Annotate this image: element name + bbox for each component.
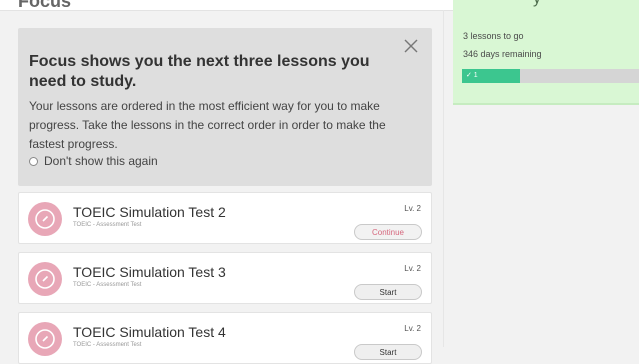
lesson-level: Lv. 2 bbox=[404, 324, 421, 333]
checkbox-icon[interactable] bbox=[29, 156, 38, 166]
focus-info-box: Focus shows you the next three lessons y… bbox=[18, 28, 432, 186]
lesson-icon-circle bbox=[28, 202, 62, 236]
lesson-card[interactable]: TOEIC Simulation Test 2 TOEIC - Assessme… bbox=[18, 192, 432, 244]
progress-bar: ✓ 1 bbox=[462, 69, 639, 83]
focus-description: Your lessons are ordered in the most eff… bbox=[29, 99, 386, 151]
lesson-card[interactable]: TOEIC Simulation Test 3 TOEIC - Assessme… bbox=[18, 252, 432, 304]
start-button[interactable]: Start bbox=[354, 344, 422, 360]
lesson-title[interactable]: TOEIC Simulation Test 4 bbox=[73, 324, 226, 340]
progress-panel: y 3 lessons to go 346 days remaining ✓ 1 bbox=[453, 0, 639, 105]
progress-title-cut: y bbox=[533, 0, 541, 8]
close-icon bbox=[404, 39, 418, 53]
compass-icon bbox=[35, 329, 55, 349]
start-button[interactable]: Start bbox=[354, 284, 422, 300]
days-remaining: 346 days remaining bbox=[463, 49, 542, 59]
lesson-level: Lv. 2 bbox=[404, 264, 421, 273]
column-divider bbox=[443, 10, 444, 347]
continue-button[interactable]: Continue bbox=[354, 224, 422, 240]
compass-icon bbox=[35, 269, 55, 289]
lesson-icon-circle bbox=[28, 322, 62, 356]
lesson-icon-circle bbox=[28, 262, 62, 296]
lesson-subtitle: TOEIC - Assessment Test bbox=[73, 342, 142, 348]
lessons-to-go: 3 lessons to go bbox=[463, 31, 524, 41]
dont-show-again-checkbox[interactable]: Don't show this again bbox=[29, 154, 158, 168]
lesson-title[interactable]: TOEIC Simulation Test 3 bbox=[73, 264, 226, 280]
section-title-cut: Focus bbox=[18, 0, 72, 11]
close-button[interactable] bbox=[403, 38, 419, 54]
lesson-title[interactable]: TOEIC Simulation Test 2 bbox=[73, 204, 226, 220]
dont-show-again-label: Don't show this again bbox=[44, 154, 158, 168]
progress-bar-fill: ✓ 1 bbox=[462, 69, 521, 83]
lesson-subtitle: TOEIC - Assessment Test bbox=[73, 282, 142, 288]
lesson-level: Lv. 2 bbox=[404, 204, 421, 213]
compass-icon bbox=[35, 209, 55, 229]
focus-title: Focus shows you the next three lessons y… bbox=[29, 53, 370, 90]
lesson-subtitle: TOEIC - Assessment Test bbox=[73, 222, 142, 228]
lesson-card[interactable]: TOEIC Simulation Test 4 TOEIC - Assessme… bbox=[18, 312, 432, 364]
